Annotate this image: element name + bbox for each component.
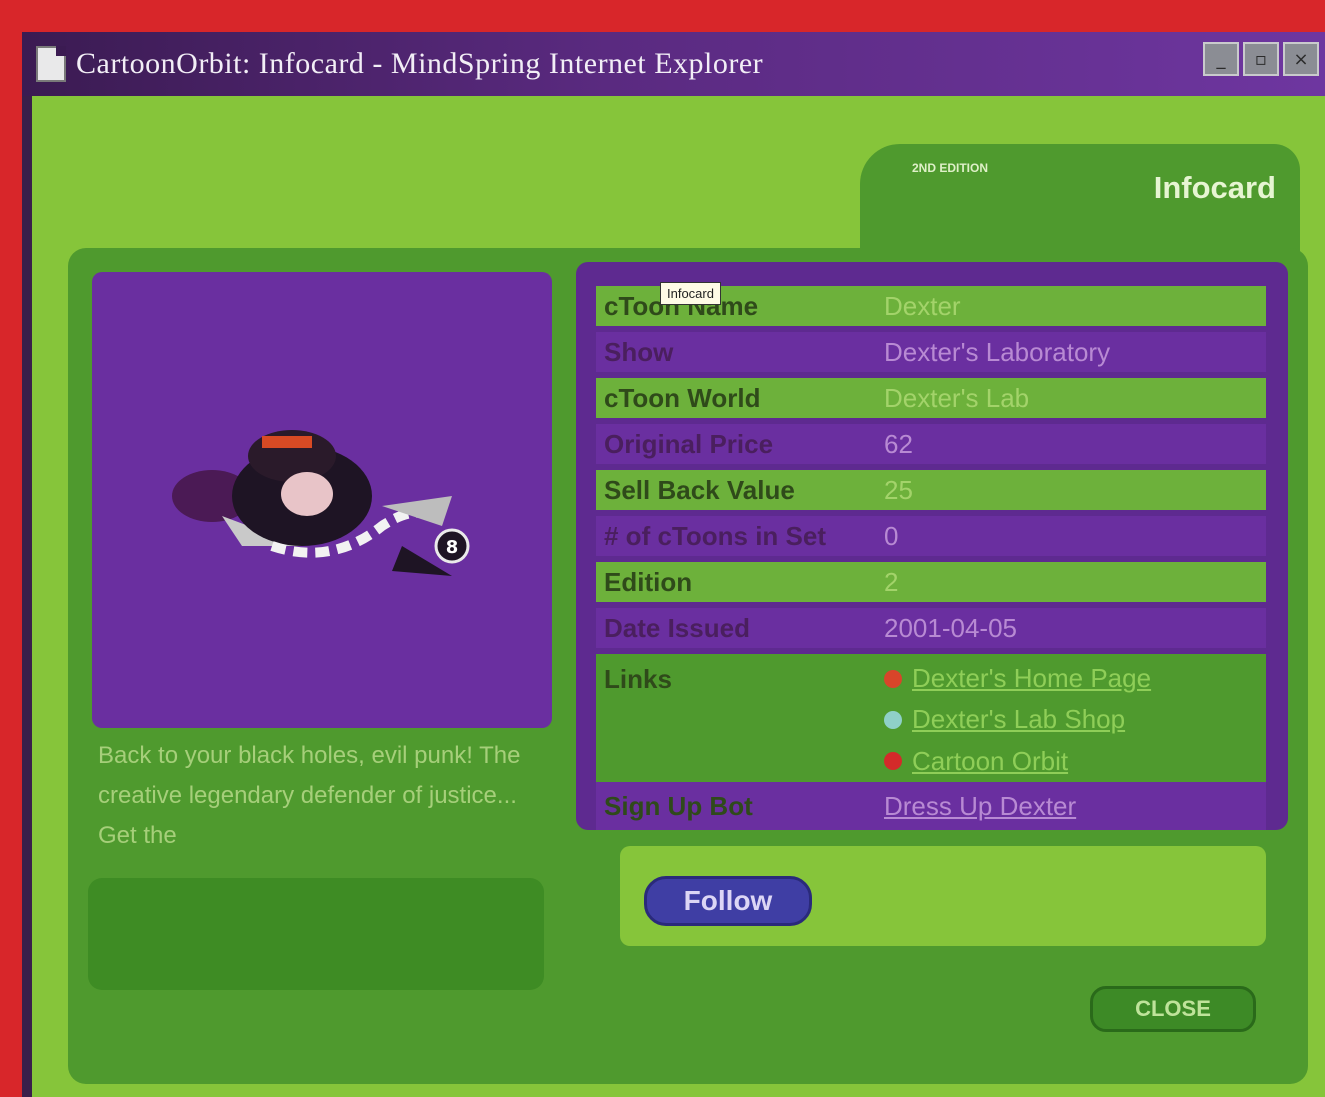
- signup-link[interactable]: Dress Up Dexter: [884, 791, 1076, 822]
- info-row: Show Dexter's Laboratory: [596, 332, 1266, 372]
- title-bar[interactable]: CartoonOrbit: Infocard - MindSpring Inte…: [22, 32, 1325, 96]
- row-label: cToon Name: [604, 290, 759, 321]
- row-label: Original Price: [604, 428, 774, 459]
- links-list: Dexter's Home Page Dexter's Lab Shop Car…: [884, 654, 1151, 782]
- link-item[interactable]: Dexter's Lab Shop: [884, 699, 1151, 740]
- row-label: # of cToons in Set: [604, 520, 826, 551]
- ctoon-description: Back to your black holes, evil punk! The…: [98, 742, 521, 849]
- info-row: Date Issued 2001-04-05: [596, 608, 1266, 648]
- link-text[interactable]: Cartoon Orbit: [912, 746, 1068, 777]
- row-label: Sell Back Value: [604, 474, 795, 505]
- row-label: Edition: [604, 566, 693, 597]
- link-text[interactable]: Dexter's Lab Shop: [912, 704, 1125, 735]
- follow-area: Follow: [620, 846, 1266, 946]
- document-icon: [36, 46, 66, 82]
- row-value: 62: [884, 428, 913, 459]
- row-value: Dexter's Lab: [884, 382, 1030, 413]
- close-window-button[interactable]: ×: [1283, 42, 1319, 76]
- row-value: Dexter's Laboratory: [884, 336, 1111, 367]
- info-row: # of cToons in Set 0: [596, 516, 1266, 556]
- row-value: 0: [884, 520, 899, 551]
- info-row: Sell Back Value 25: [596, 470, 1266, 510]
- row-value: 2: [884, 566, 899, 597]
- row-label: Date Issued: [604, 612, 750, 643]
- links-label: Links: [604, 664, 672, 694]
- row-value: 2001-04-05: [884, 612, 1017, 643]
- edition-tag: 2ND EDITION: [912, 161, 989, 175]
- row-value: 25: [884, 474, 913, 505]
- ctoon-badge: 8: [446, 537, 459, 558]
- info-row: Original Price 62: [596, 424, 1266, 464]
- page-content: 2ND EDITION Infocard 8 Back to your blac…: [32, 96, 1325, 1097]
- links-row: Links Dexter's Home Page Dexter's Lab Sh…: [596, 654, 1266, 782]
- tooltip: Infocard: [660, 282, 721, 305]
- row-label: cToon World: [604, 382, 761, 413]
- link-item[interactable]: Cartoon Orbit: [884, 741, 1151, 782]
- link-text[interactable]: Dexter's Home Page: [912, 663, 1151, 694]
- row-value: Dexter: [884, 290, 961, 321]
- browser-window: CartoonOrbit: Infocard - MindSpring Inte…: [22, 32, 1325, 1097]
- bullet-icon: [884, 710, 902, 729]
- link-item[interactable]: Dexter's Home Page: [884, 658, 1151, 699]
- minimize-button[interactable]: _: [1203, 42, 1239, 76]
- window-title: CartoonOrbit: Infocard - MindSpring Inte…: [76, 47, 764, 80]
- close-button[interactable]: CLOSE: [1090, 986, 1256, 1032]
- ctoon-character-image: 8: [172, 430, 470, 576]
- maximize-button[interactable]: ▫: [1243, 42, 1279, 76]
- tab-title: Infocard: [1153, 170, 1276, 205]
- window-controls: _ ▫ ×: [1203, 42, 1319, 76]
- left-lower-box: [88, 878, 544, 990]
- infocard-tab: 2ND EDITION Infocard: [860, 144, 1300, 254]
- info-row: Edition 2: [596, 562, 1266, 602]
- info-row: cToon World Dexter's Lab: [596, 378, 1266, 418]
- signup-label: Sign Up Bot: [604, 790, 753, 821]
- signup-row: Sign Up Bot Dress Up Dexter: [596, 782, 1266, 830]
- follow-button[interactable]: Follow: [644, 876, 812, 926]
- info-table: cToon Name Dexter Show Dexter's Laborato…: [576, 262, 1288, 830]
- row-label: Show: [604, 336, 674, 367]
- bullet-icon: [884, 752, 902, 771]
- bullet-icon: [884, 669, 902, 688]
